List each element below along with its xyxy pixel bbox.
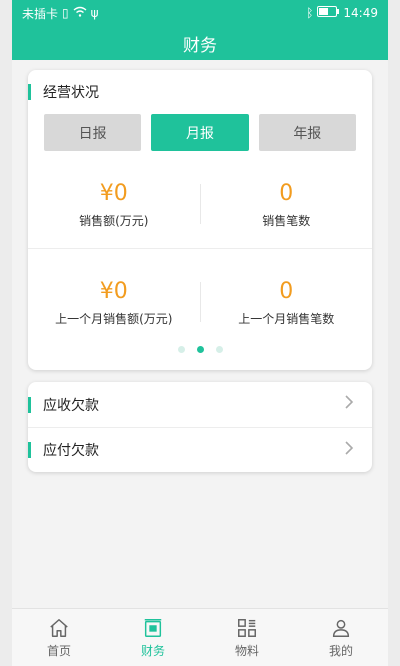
tab-materials[interactable]: 物料: [200, 609, 294, 666]
section-header: 经营状况: [28, 84, 99, 101]
accent-bar: [28, 84, 31, 100]
metric-label: 上一个月销售额(万元): [55, 311, 173, 326]
tab-daily[interactable]: 日报: [44, 114, 142, 151]
payables-item[interactable]: 应付欠款: [28, 427, 372, 472]
status-bar: 未插卡 ▯ ψ ᛒ 14:49: [12, 0, 388, 26]
metric-label: 销售笔数: [262, 213, 311, 228]
list-item-label: 应付欠款: [43, 443, 99, 459]
list-item-label: 应收欠款: [43, 397, 99, 414]
title-bar: 财务: [12, 26, 388, 60]
period-tabs: 日报 月报 年报: [44, 114, 356, 151]
battery-icon: [317, 6, 340, 20]
metric-sales-amount: ¥0 销售额(万元): [28, 174, 200, 234]
metric-label: 上一个月销售笔数: [238, 311, 335, 326]
tab-label: 我的: [328, 643, 353, 658]
chevron-right-icon: [344, 394, 354, 415]
tab-home[interactable]: 首页: [12, 609, 106, 666]
section-title: 经营状况: [43, 85, 99, 101]
bottom-tab-bar: 首页 财务 物料 我的: [12, 608, 388, 666]
metric-label: 销售额(万元): [79, 213, 149, 228]
metric-last-month-amount: ¥0 上一个月销售额(万元): [28, 272, 200, 332]
tab-label: 首页: [46, 643, 71, 658]
divider: [28, 248, 372, 249]
clock-text: 14:49: [343, 6, 378, 20]
metric-last-month-count: 0 上一个月销售笔数: [201, 272, 373, 332]
grid-icon: [238, 618, 256, 637]
metric-value: ¥0: [99, 180, 128, 206]
metrics-row-current: ¥0 销售额(万元) 0 销售笔数: [28, 174, 372, 234]
tab-mine[interactable]: 我的: [294, 609, 388, 666]
metrics-row-last-month: ¥0 上一个月销售额(万元) 0 上一个月销售笔数: [28, 272, 372, 332]
metric-value: 0: [279, 278, 294, 304]
page-dot-active[interactable]: [196, 346, 204, 353]
page-dot[interactable]: [177, 346, 185, 353]
metric-value: 0: [279, 180, 294, 206]
tab-label: 物料: [234, 643, 259, 658]
user-icon: [332, 619, 350, 637]
metric-sales-count: 0 销售笔数: [201, 174, 373, 234]
home-icon: [50, 618, 68, 637]
tab-finance[interactable]: 财务: [106, 609, 200, 666]
business-status-card: 经营状况 日报 月报 年报 ¥0 销售额(万元) 0 销售笔数 ¥0 上一个月销…: [28, 70, 372, 370]
sim-icon: ▯: [62, 6, 69, 20]
receivables-item[interactable]: 应收欠款: [28, 382, 372, 427]
accent-bar: [28, 396, 31, 413]
wifi-icon: [73, 6, 87, 20]
metric-value: ¥0: [99, 278, 128, 304]
app-screen: 未插卡 ▯ ψ ᛒ 14:49 财务 经营状况 日报 月报 年报 ¥0 销售额(…: [12, 0, 388, 666]
chevron-right-icon: [344, 440, 354, 461]
page-title: 财务: [183, 35, 217, 56]
tab-yearly[interactable]: 年报: [258, 114, 356, 151]
bluetooth-icon: ᛒ: [306, 6, 314, 20]
usb-icon: ψ: [90, 6, 99, 20]
page-dot[interactable]: [215, 346, 223, 353]
tab-monthly[interactable]: 月报: [151, 114, 249, 151]
page-indicator: [28, 346, 372, 353]
finance-icon: [144, 618, 162, 637]
accent-bar: [28, 442, 31, 458]
debts-card: 应收欠款 应付欠款: [28, 382, 372, 472]
tab-label: 财务: [140, 643, 165, 658]
carrier-text: 未插卡: [22, 6, 59, 21]
